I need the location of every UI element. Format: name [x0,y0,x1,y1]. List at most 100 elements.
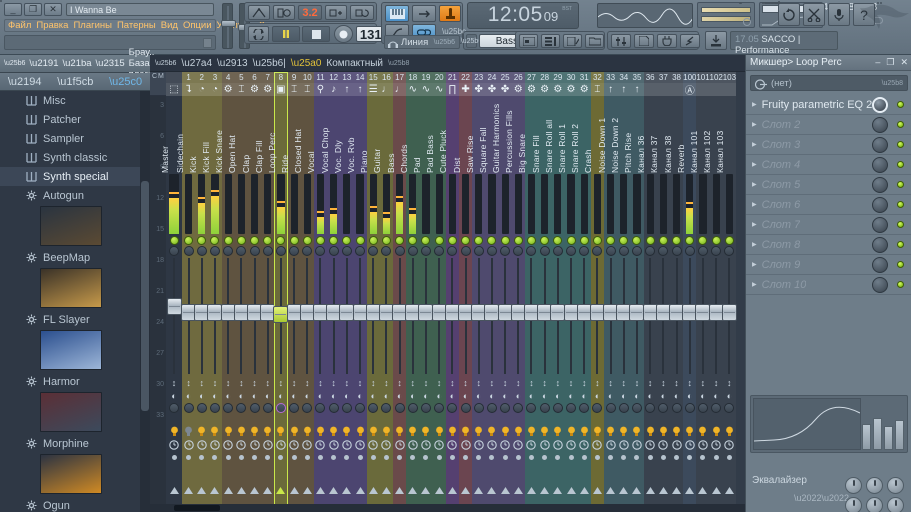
track-pan-knob[interactable] [526,246,537,256]
track-pan-indicator[interactable]: ◐ [472,389,485,402]
track-record-arm-icon[interactable] [499,438,512,451]
mixer-link-icon[interactable]: \u25b6| [253,58,286,69]
track-send-to-master-arrow[interactable] [459,482,472,498]
track-enable-led[interactable] [169,236,179,245]
mixer-track[interactable]: 5 ⌶ Open Hat ↕ ◐ [227,72,249,512]
track-pan-indicator[interactable]: ◐ [604,389,617,402]
track-enable-led[interactable] [553,236,563,245]
track-pan-indicator[interactable]: ◐ [166,389,182,402]
track-fx-bulb-icon[interactable] [248,425,261,438]
track-record-arm-icon[interactable] [195,438,208,451]
track-send-to-master-arrow[interactable] [591,482,604,498]
track-send-knob[interactable] [209,403,220,413]
track-pan-indicator[interactable]: ◐ [446,389,459,402]
track-fx-bulb-icon[interactable] [340,425,353,438]
rack-slot[interactable]: ▶ Слот 10 [746,275,911,295]
track-record-arm-icon[interactable] [485,438,498,451]
track-record-arm-icon[interactable] [696,438,709,451]
mixer-track[interactable]: 38 Канал 38 ↕ ◐ [663,72,685,512]
track-volume-fader[interactable] [576,256,592,376]
rack-slot-led[interactable] [897,161,904,168]
track-pan-knob[interactable] [169,246,179,256]
track-fx-bulb-icon[interactable] [710,425,723,438]
track-pan-indicator[interactable]: ◐ [182,389,195,402]
track-pan-knob[interactable] [460,246,471,256]
track-volume-fader[interactable] [669,256,685,376]
track-fx-bulb-icon[interactable] [380,425,393,438]
track-record-arm-icon[interactable] [644,438,657,451]
track-route-dot[interactable] [472,451,485,464]
track-route-dot[interactable] [182,451,195,464]
track-fx-bulb-icon[interactable] [551,425,564,438]
track-send-to-master-arrow[interactable] [525,482,538,498]
track-pan-knob[interactable] [579,246,590,256]
track-send-to-master-arrow[interactable] [353,482,366,498]
track-enable-led[interactable] [698,236,708,245]
track-stereo-separation[interactable]: ↕ [274,376,287,389]
draw-tool-icon[interactable] [412,5,436,22]
browser-item[interactable]: Misc [0,91,150,110]
track-route-dot[interactable] [195,451,208,464]
track-stereo-separation[interactable]: ↕ [166,376,182,389]
track-pan-indicator[interactable]: ◐ [551,389,564,402]
track-record-arm-icon[interactable] [222,438,235,451]
rack-slot[interactable]: ▶ Слот 3 [746,135,911,155]
track-fx-bulb-icon[interactable] [274,425,287,438]
track-volume-fader[interactable] [352,256,368,376]
track-volume-fader[interactable] [655,256,671,376]
browser-list[interactable]: Misc Patcher Sampler Synth classic Synth spe… [0,91,150,512]
track-volume-fader[interactable] [220,256,236,376]
track-route-dot[interactable] [327,451,340,464]
track-fx-bulb-icon[interactable] [578,425,591,438]
track-pan-indicator[interactable]: ◐ [393,389,406,402]
track-send-to-master-arrow[interactable] [564,482,577,498]
track-send-to-master-arrow[interactable] [723,482,736,498]
track-send-to-master-arrow[interactable] [367,482,380,498]
track-pan-indicator[interactable]: ◐ [222,389,235,402]
track-send-knob[interactable] [473,403,484,413]
track-send-to-master-arrow[interactable] [446,482,459,498]
track-fx-bulb-icon[interactable] [670,425,683,438]
track-stereo-separation[interactable]: ↕ [499,376,512,389]
track-send-to-master-arrow[interactable] [485,482,498,498]
track-pan-indicator[interactable]: ◐ [591,389,604,402]
chevron-right-icon[interactable]: ▶ [752,281,757,288]
browser-item[interactable]: Synth special [0,167,150,186]
track-enable-led[interactable] [184,236,194,245]
track-record-arm-icon[interactable] [406,438,419,451]
track-send-to-master-arrow[interactable] [274,482,287,498]
track-pan-knob[interactable] [196,246,207,256]
track-pan-knob[interactable] [552,246,563,256]
stamp-tool-icon[interactable] [439,5,461,22]
track-enable-led[interactable] [724,236,734,245]
track-send-to-master-arrow[interactable] [696,482,709,498]
browser-item[interactable]: FL Slayer [0,310,150,329]
track-route-dot[interactable] [208,451,221,464]
track-record-arm-icon[interactable] [367,438,380,451]
track-stereo-separation[interactable]: ↕ [644,376,657,389]
track-route-dot[interactable] [564,451,577,464]
track-route-dot[interactable] [696,451,709,464]
track-enable-led[interactable] [632,236,642,245]
mixer-download-icon[interactable]: \u2913 [217,58,248,69]
track-record-arm-icon[interactable] [274,438,287,451]
track-volume-fader[interactable] [497,256,513,376]
track-stereo-separation[interactable]: ↕ [578,376,591,389]
track-pan-knob[interactable] [236,246,247,256]
track-fx-bulb-icon[interactable] [446,425,459,438]
track-route-dot[interactable] [617,451,630,464]
track-route-dot[interactable] [419,451,432,464]
track-pan-knob[interactable] [486,246,497,256]
track-stereo-separation[interactable]: ↕ [538,376,551,389]
track-record-arm-icon[interactable] [340,438,353,451]
export-icon[interactable] [705,31,727,50]
track-record-arm-icon[interactable] [327,438,340,451]
track-send-to-master-arrow[interactable] [288,482,301,498]
track-route-dot[interactable] [235,451,248,464]
track-pan-knob[interactable] [328,246,339,256]
rack-slot-led[interactable] [897,181,904,188]
menu-patterns[interactable]: Патерны [117,20,156,31]
track-pan-knob[interactable] [407,246,418,256]
track-record-arm-icon[interactable] [288,438,301,451]
track-record-arm-icon[interactable] [419,438,432,451]
